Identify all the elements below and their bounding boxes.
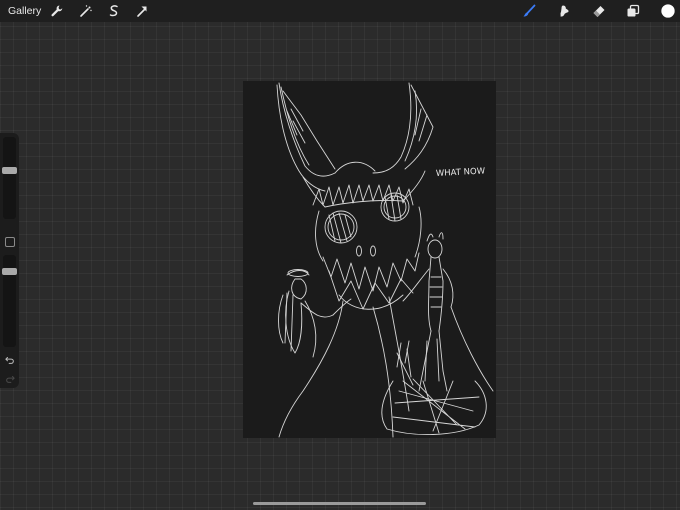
transform-arrow-icon (137, 6, 147, 17)
home-indicator[interactable] (253, 502, 426, 505)
wrench-icon (51, 5, 63, 17)
color-swatch-icon (661, 4, 675, 18)
drawing-canvas[interactable]: WHAT NOW (243, 81, 496, 438)
transform-button[interactable] (134, 3, 150, 19)
left-sidebar (0, 133, 19, 388)
layers-button[interactable] (625, 3, 641, 19)
adjustments-button[interactable] (78, 3, 94, 19)
brush-icon (523, 4, 536, 17)
sketch-artwork: WHAT NOW (276, 82, 494, 438)
redo-button[interactable] (3, 373, 16, 385)
canvas-text-annotation: WHAT NOW (436, 166, 486, 179)
gallery-button[interactable]: Gallery (8, 4, 41, 18)
top-toolbar: Gallery (0, 0, 680, 22)
brush-tool-button[interactable] (521, 3, 537, 19)
undo-icon (4, 357, 14, 364)
smudge-tool-button[interactable] (556, 3, 572, 19)
opacity-thumb[interactable] (2, 267, 17, 275)
selection-button[interactable] (106, 3, 122, 19)
opacity-slider[interactable] (2, 255, 17, 347)
actions-button[interactable] (49, 3, 65, 19)
eraser-icon (593, 6, 605, 17)
smudge-icon (560, 5, 569, 17)
brush-size-thumb[interactable] (2, 167, 17, 174)
eraser-tool-button[interactable] (591, 3, 607, 19)
selection-icon (109, 5, 118, 17)
modify-button[interactable] (5, 237, 15, 247)
brush-size-slider[interactable] (2, 137, 17, 219)
redo-icon (5, 376, 15, 383)
color-picker-button[interactable] (659, 2, 677, 20)
undo-button[interactable] (3, 354, 16, 366)
layers-icon (627, 4, 640, 17)
magic-wand-icon (80, 5, 92, 17)
